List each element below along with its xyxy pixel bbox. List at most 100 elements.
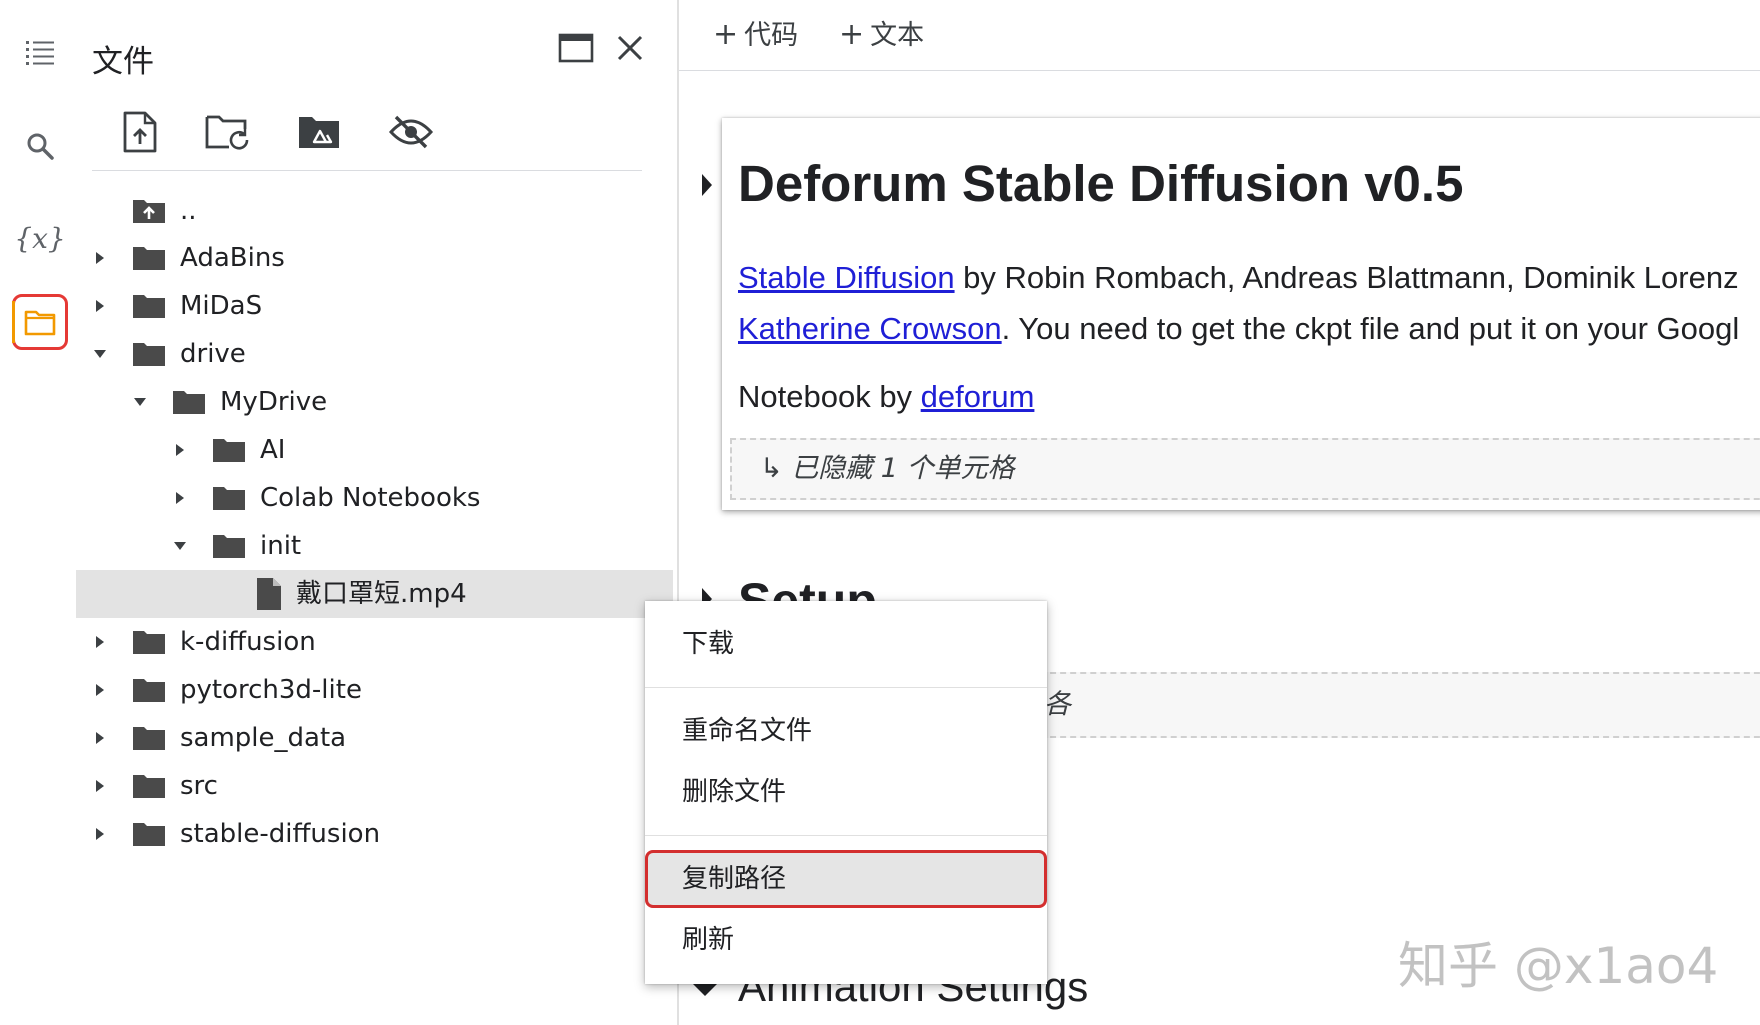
tree-item-label: AI — [260, 435, 286, 465]
folder-up-icon — [132, 187, 166, 235]
folder-icon — [132, 330, 166, 378]
hidden-cells-bar[interactable]: ↳ 已隐藏 1 个单元格 — [730, 438, 1760, 500]
tree-item-video-file[interactable]: 戴口罩短.mp4 — [76, 570, 673, 618]
notebook-by-text: Notebook by — [738, 379, 921, 414]
stable-diffusion-link[interactable]: Stable Diffusion — [738, 260, 955, 295]
menu-item-refresh[interactable]: 刷新 — [645, 911, 1047, 969]
mount-drive-icon — [297, 114, 341, 150]
collapse-arrow-icon[interactable] — [86, 330, 114, 378]
table-of-contents-button[interactable] — [12, 24, 68, 80]
hide-files-button[interactable] — [385, 106, 437, 158]
folder-icon — [132, 666, 166, 714]
expand-arrow-icon[interactable] — [166, 474, 194, 522]
tree-item-init[interactable]: init — [80, 522, 678, 570]
katherine-crowson-link[interactable]: Katherine Crowson — [738, 311, 1002, 346]
add-code-button[interactable]: + 代码 — [713, 14, 798, 57]
expand-arrow-icon[interactable] — [86, 714, 114, 762]
upload-file-button[interactable] — [114, 106, 166, 158]
tree-item-label: AdaBins — [180, 243, 285, 273]
mount-drive-button[interactable] — [293, 106, 345, 158]
expand-arrow-icon[interactable] — [86, 810, 114, 858]
expand-arrow-icon[interactable] — [86, 666, 114, 714]
folder-icon — [24, 308, 56, 336]
add-code-label: 代码 — [744, 20, 799, 51]
folder-icon — [212, 474, 246, 522]
search-icon — [25, 131, 55, 161]
intro-line-2: Katherine Crowson. You need to get the c… — [738, 311, 1739, 347]
tree-item-label: Colab Notebooks — [260, 483, 481, 513]
menu-item-label: 下载 — [682, 629, 735, 659]
text-cell[interactable]: Deforum Stable Diffusion v0.5 Stable Dif… — [722, 118, 1760, 510]
files-panel: 文件 .. AdaBins MiDaS drive MyDrive AI Col… — [76, 0, 678, 1025]
undock-panel-button[interactable] — [554, 26, 598, 70]
menu-item-rename[interactable]: 重命名文件 — [645, 702, 1047, 760]
refresh-folder-icon — [205, 113, 251, 151]
watermark: 知乎 @x1ao4 — [1398, 937, 1719, 995]
notebook-by-line: Notebook by deforum — [738, 379, 1034, 415]
folder-icon — [132, 714, 166, 762]
close-icon — [616, 34, 644, 62]
tree-item-label: MyDrive — [220, 387, 328, 417]
panel-title: 文件 — [92, 44, 154, 80]
tree-item-parent[interactable]: .. — [80, 187, 678, 235]
hidden-cells-label: ↳ 已隐藏 1 个单元格 — [760, 453, 1015, 484]
tree-item-label: init — [260, 531, 302, 561]
section-collapse-arrow-icon[interactable] — [692, 982, 717, 1010]
upload-file-icon — [122, 111, 158, 153]
intro-line-1-text: by Robin Rombach, Andreas Blattmann, Dom… — [954, 260, 1739, 295]
tree-item-label: drive — [180, 339, 246, 369]
folder-icon — [172, 378, 206, 426]
tree-item-pytorch3d-lite[interactable]: pytorch3d-lite — [80, 666, 678, 714]
panel-divider — [92, 170, 642, 171]
add-text-button[interactable]: + 文本 — [839, 14, 924, 57]
tree-item-mydrive[interactable]: MyDrive — [80, 378, 678, 426]
tree-item-adabins[interactable]: AdaBins — [80, 234, 678, 282]
menu-divider — [645, 835, 1047, 836]
intro-line-1: Stable Diffusion by Robin Rombach, Andre… — [738, 260, 1739, 296]
menu-item-copy-path[interactable]: 复制路径 — [645, 850, 1047, 908]
variables-icon: {x} — [14, 221, 66, 255]
file-context-menu: 下载 重命名文件 删除文件 复制路径 刷新 — [645, 601, 1047, 984]
tree-item-label: MiDaS — [180, 291, 263, 321]
tree-item-midas[interactable]: MiDaS — [80, 282, 678, 330]
tree-item-label: stable-diffusion — [180, 819, 381, 849]
folder-icon — [132, 810, 166, 858]
tree-item-k-diffusion[interactable]: k-diffusion — [80, 618, 678, 666]
tree-item-src[interactable]: src — [80, 762, 678, 810]
expand-arrow-icon[interactable] — [86, 618, 114, 666]
menu-item-delete[interactable]: 删除文件 — [645, 763, 1047, 821]
expand-arrow-icon[interactable] — [86, 234, 114, 282]
setup-hidden-label: 各 — [1044, 689, 1071, 720]
open-in-window-icon — [558, 33, 594, 63]
search-button[interactable] — [12, 118, 68, 174]
refresh-folder-button[interactable] — [202, 106, 254, 158]
menu-item-label: 重命名文件 — [682, 716, 813, 746]
file-icon — [256, 570, 282, 618]
tree-item-colab-notebooks[interactable]: Colab Notebooks — [80, 474, 678, 522]
menu-item-download[interactable]: 下载 — [645, 615, 1047, 673]
collapse-arrow-icon[interactable] — [126, 378, 154, 426]
menu-item-label: 复制路径 — [682, 864, 787, 894]
variables-button[interactable]: {x} — [12, 210, 68, 266]
folder-icon — [212, 522, 246, 570]
collapse-arrow-icon[interactable] — [166, 522, 194, 570]
tree-item-ai[interactable]: AI — [80, 426, 678, 474]
folder-icon — [212, 426, 246, 474]
tree-item-stable-diffusion[interactable]: stable-diffusion — [80, 810, 678, 858]
tree-item-drive[interactable]: drive — [80, 330, 678, 378]
menu-item-label: 刷新 — [682, 925, 735, 955]
add-text-label: 文本 — [870, 20, 925, 51]
deforum-link[interactable]: deforum — [921, 379, 1035, 414]
section-toggle-arrow-icon[interactable] — [700, 172, 720, 200]
tree-item-label: sample_data — [180, 723, 347, 753]
folder-icon — [132, 618, 166, 666]
setup-hidden-cells-bar[interactable]: 各 — [1040, 672, 1760, 738]
expand-arrow-icon[interactable] — [86, 282, 114, 330]
tree-item-label: 戴口罩短.mp4 — [296, 579, 467, 609]
plus-icon: + — [839, 17, 865, 52]
expand-arrow-icon[interactable] — [166, 426, 194, 474]
files-button[interactable] — [12, 294, 68, 350]
tree-item-sample-data[interactable]: sample_data — [80, 714, 678, 762]
close-panel-button[interactable] — [608, 26, 652, 70]
expand-arrow-icon[interactable] — [86, 762, 114, 810]
